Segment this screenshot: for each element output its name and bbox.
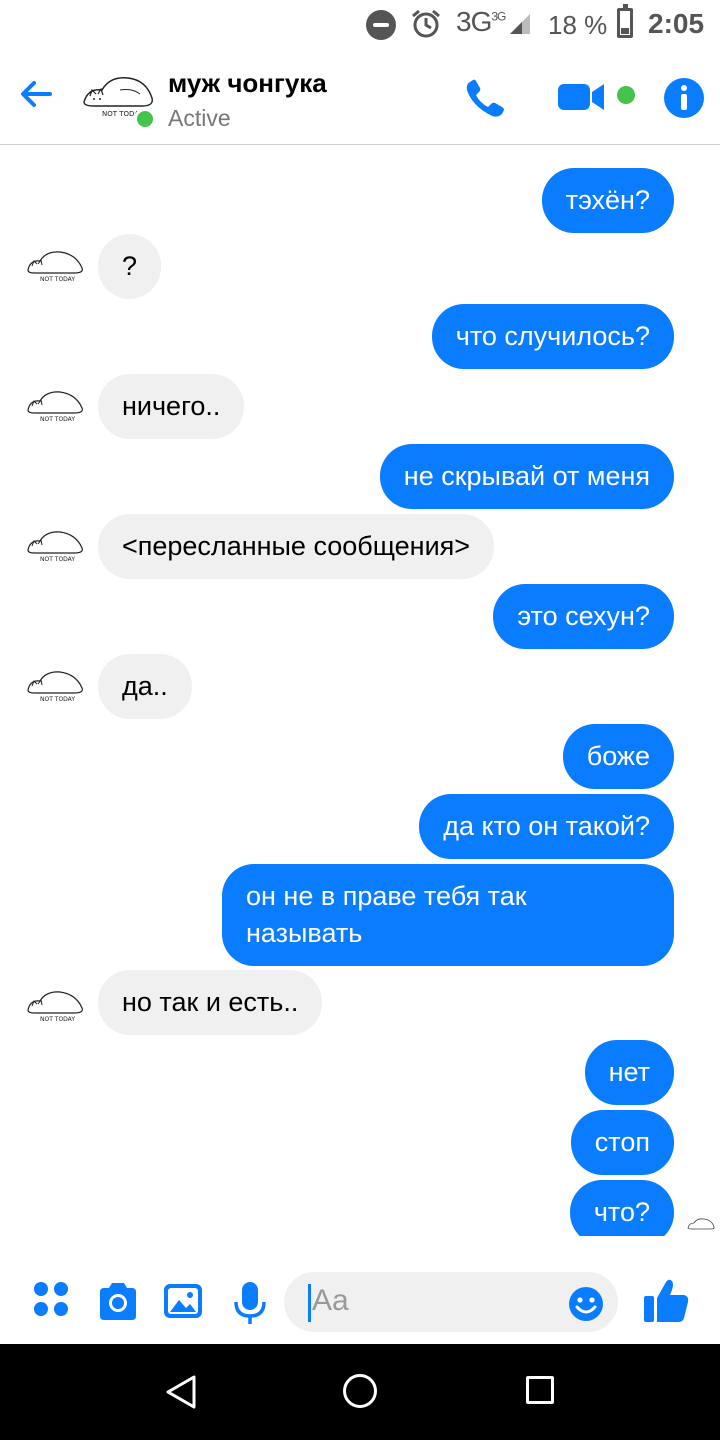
clock: 2:05 bbox=[648, 8, 705, 39]
svg-text:NOT TODAY: NOT TODAY bbox=[40, 556, 75, 562]
alarm-icon bbox=[412, 9, 440, 38]
message-incoming[interactable]: да.. bbox=[98, 654, 192, 719]
video-camera-icon[interactable] bbox=[556, 80, 606, 114]
conversation-header: NOT TODAY муж чонгука Active bbox=[0, 50, 720, 145]
message-outgoing[interactable]: тэхён? bbox=[541, 168, 674, 233]
seen-indicator-avatar bbox=[687, 1218, 715, 1230]
nav-home-icon[interactable] bbox=[343, 1374, 377, 1408]
message-incoming[interactable]: ? bbox=[98, 234, 162, 299]
battery-percent: 18 % bbox=[548, 10, 608, 40]
thumbs-up-icon[interactable] bbox=[642, 1276, 690, 1324]
image-icon[interactable] bbox=[162, 1280, 204, 1322]
message-list[interactable]: тэхён? NOT TODAY ? что случилось? NOT TO… bbox=[0, 146, 720, 1236]
sender-avatar: NOT TODAY bbox=[27, 391, 83, 422]
arrow-left-icon[interactable] bbox=[16, 74, 56, 114]
message-outgoing[interactable]: нет bbox=[584, 1040, 674, 1105]
camera-icon[interactable] bbox=[96, 1280, 140, 1322]
message-outgoing[interactable]: это сехун? bbox=[493, 584, 674, 649]
microphone-icon[interactable] bbox=[232, 1280, 268, 1326]
message-composer: Aa bbox=[0, 1262, 720, 1344]
message-incoming[interactable]: <пересланные сообщения> bbox=[98, 514, 495, 579]
video-active-dot bbox=[617, 86, 635, 104]
phone-icon[interactable] bbox=[462, 76, 508, 122]
message-outgoing[interactable]: да кто он такой? bbox=[419, 794, 674, 859]
svg-text:NOT TODAY: NOT TODAY bbox=[40, 696, 75, 702]
svg-text:NOT TODAY: NOT TODAY bbox=[40, 416, 75, 422]
signal-icon bbox=[510, 14, 530, 34]
network-type: 3G3G bbox=[456, 6, 506, 37]
message-outgoing[interactable]: боже bbox=[562, 724, 674, 789]
message-outgoing[interactable]: что случилось? bbox=[431, 304, 674, 369]
message-incoming[interactable]: но так и есть.. bbox=[98, 970, 323, 1035]
active-status-dot bbox=[134, 108, 156, 130]
smiley-icon[interactable] bbox=[568, 1286, 604, 1322]
do-not-disturb-icon bbox=[366, 10, 396, 40]
message-outgoing[interactable]: стоп bbox=[570, 1110, 674, 1175]
four-dots-icon[interactable] bbox=[32, 1280, 70, 1318]
contact-name[interactable]: муж чонгука bbox=[168, 68, 327, 99]
info-icon[interactable] bbox=[664, 78, 704, 118]
contact-status: Active bbox=[168, 105, 231, 131]
sender-avatar: NOT TODAY bbox=[27, 991, 83, 1022]
nav-back-icon[interactable] bbox=[164, 1374, 198, 1410]
text-cursor bbox=[308, 1284, 311, 1322]
nav-recents-icon[interactable] bbox=[526, 1376, 554, 1404]
message-input[interactable]: Aa bbox=[284, 1272, 618, 1332]
svg-text:NOT TODAY: NOT TODAY bbox=[40, 276, 75, 282]
status-bar: 3G3G 18 % 2:05 bbox=[0, 0, 720, 50]
svg-text:NOT TODAY: NOT TODAY bbox=[40, 1016, 75, 1022]
sender-avatar: NOT TODAY bbox=[27, 251, 83, 282]
battery-icon bbox=[617, 4, 633, 38]
message-incoming[interactable]: ничего.. bbox=[98, 374, 245, 439]
message-input-placeholder: Aa bbox=[312, 1284, 349, 1317]
system-navigation-bar bbox=[0, 1344, 720, 1440]
sender-avatar: NOT TODAY bbox=[27, 671, 83, 702]
sender-avatar: NOT TODAY bbox=[27, 531, 83, 562]
message-outgoing[interactable]: он не в праве тебя так называть bbox=[222, 864, 674, 966]
message-outgoing[interactable]: что? bbox=[569, 1180, 674, 1236]
message-outgoing[interactable]: не скрывай от меня bbox=[379, 444, 674, 509]
